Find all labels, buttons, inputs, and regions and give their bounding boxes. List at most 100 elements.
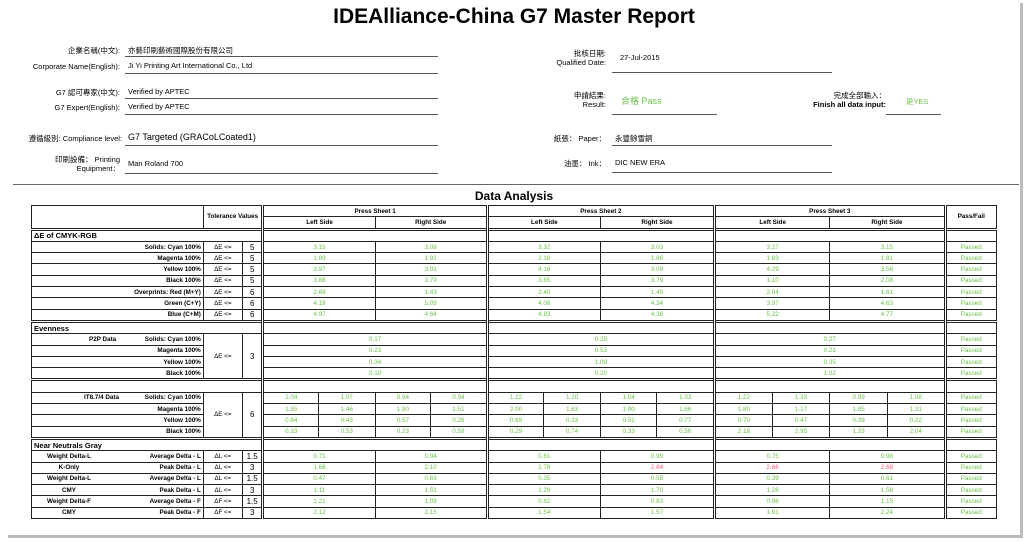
value-cell: 1.33 [829, 425, 888, 439]
pass-fail-header: Pass/Fail [943, 205, 997, 230]
it8-row: IT8.7/4 Data Solids: Cyan 100% ΔE <= 6 1.04 1… [31, 391, 997, 439]
p2p-row: Black 100% 0.10 0.20 1.02 Passed [31, 367, 997, 381]
value-cell: 0.71 [261, 450, 376, 463]
compliance-label: 遵循級別: Compliance level: [28, 134, 122, 143]
section-filler [485, 227, 716, 242]
header-blank [31, 205, 204, 230]
tolerance-symbol: ΔE <= [202, 333, 243, 381]
value-cell: 0.23 [261, 344, 488, 357]
value-cell: 4.64 [374, 308, 488, 322]
value-cell: 0.57 [374, 414, 432, 427]
ink-value: DIC NEW ERA [615, 158, 666, 167]
pass-fail-cell: Passed [943, 506, 997, 520]
value-cell: 0.99 [599, 450, 716, 463]
value-cell: 1.49 [599, 286, 716, 299]
expert-cn-label: G7 認可專家(中文): [55, 88, 120, 97]
sheet-header-1: Press Sheet 1 [261, 204, 488, 218]
value-cell: 4.83 [485, 308, 601, 322]
p2p-row: P2P Data Solids: Cyan 100% ΔE <= 3 0.17 0.25 0… [31, 333, 997, 381]
pass-fail-cell: Passed [943, 495, 997, 508]
finish-underline [886, 114, 941, 115]
value-cell: 1.31 [886, 403, 946, 416]
tolerance-header: Tolerance Values [202, 205, 264, 230]
section-filler [485, 436, 716, 452]
value-cell: 2.15 [374, 506, 488, 520]
value-cell: 0.98 [829, 450, 946, 463]
value-cell: 0.20 [485, 367, 716, 381]
row-label: Black 100% [31, 274, 204, 288]
row-label: Weight Delta-F Average Delta - F [31, 495, 204, 508]
value-cell: 4.06 [485, 297, 601, 310]
pass-fail-cell: Passed [943, 333, 997, 346]
company-en-label: Corporate Name(English): [32, 62, 120, 71]
spacer [261, 378, 488, 393]
value-cell: 0.25 [485, 333, 716, 346]
value-cell: 4.77 [829, 308, 946, 322]
result-underline [612, 114, 717, 115]
value-cell: 1.03 [656, 391, 716, 405]
left-side-header: Left Side [261, 216, 376, 230]
value-cell: 0.94 [430, 391, 488, 405]
value-cell: 1.90 [374, 403, 432, 416]
value-cell: 1.09 [374, 495, 488, 508]
spacer-row [30, 378, 997, 393]
value-cell: 3.79 [374, 274, 488, 288]
value-cell: 0.69 [485, 414, 545, 427]
company-en-value: Ji Yi Printing Art International Co., Lt… [128, 61, 253, 70]
value-cell: 0.34 [261, 355, 488, 369]
row-label-text: Average Delta - L [149, 452, 201, 460]
gray-group-label: Weight Delta-F [47, 498, 91, 506]
value-cell: 1.22 [713, 391, 773, 405]
tolerance-symbol: ΔL <= [202, 472, 243, 486]
value-cell: 2.04 [713, 286, 831, 299]
value-cell: 2.40 [485, 286, 601, 299]
value-cell: 0.53 [318, 425, 376, 439]
gray-row: Weight Delta-F Average Delta - F ΔF <= 1.5 1… [31, 495, 997, 508]
spacer [713, 378, 946, 393]
value-cell: 1.08 [886, 391, 946, 405]
pass-fail-cell: Passed [943, 414, 997, 427]
row-label: Green (C+Y) [31, 297, 204, 310]
value-cell: 4.34 [599, 297, 716, 310]
row-label: Magenta 100% [31, 252, 204, 265]
section-filler [485, 319, 716, 335]
value-cell: 0.23 [374, 425, 432, 439]
pass-fail-cell: Passed [943, 297, 997, 310]
tolerance-value: 3 [241, 506, 264, 520]
value-cell: 2.69 [261, 286, 376, 299]
value-cell: 0.82 [485, 495, 601, 508]
row-label-text: Black 100% [166, 369, 201, 377]
sheet-header-2: Press Sheet 2 [485, 204, 716, 218]
tolerance-value: 3 [241, 484, 264, 497]
tolerance-symbol: ΔL <= [202, 484, 243, 497]
row-label-text: Yellow 100% [163, 416, 201, 424]
gray-row: CMY Peak Delta - L ΔL <= 3 1.11 1.51 1.29 1.70 1… [31, 484, 997, 497]
row-label: Blue (C+M) [31, 308, 204, 322]
gray-group-label: Weight Delta-L [47, 452, 91, 460]
it8-row: Magenta 100% 1.85 1.46 1.90 1.51 2.00 1.63 1.90… [31, 403, 997, 416]
value-cell: 1.20 [543, 391, 601, 405]
row-label-text: Peak Delta - L [159, 486, 201, 494]
p2p-row: Yellow 100% 0.34 1.09 0.35 Passed [31, 355, 997, 369]
value-cell: 3.27 [713, 240, 831, 254]
pass-fail-cell: Passed [943, 263, 997, 276]
gray-row: Weight Delta-L Average Delta - L ΔL <= 1.5 0… [31, 472, 997, 486]
row-label: Weight Delta-L Average Delta - L [31, 450, 204, 463]
section-evenness: Evenness [30, 319, 997, 335]
table-header-row: Tolerance Values Press Sheet 1 Press Sheet… [31, 204, 997, 230]
row-label-text: Magenta 100% [157, 405, 201, 413]
value-cell: 4.29 [713, 263, 831, 276]
value-cell: 1.02 [713, 367, 946, 381]
row-label-text: Black 100% [166, 428, 201, 436]
section-filler [261, 319, 488, 335]
pass-fail-cell: Passed [943, 355, 997, 369]
tolerance-symbol: ΔL <= [202, 461, 243, 474]
value-cell: 1.86 [599, 252, 716, 265]
data-analysis-table: Tolerance Values Press Sheet 1 Press Sheet… [30, 204, 997, 520]
it8-row: Black 100% 0.33 0.53 0.23 0.59 0.29 0.74 0.33 0.… [31, 425, 997, 439]
cmyk-row: Magenta 100% ΔE <= 5 1.89 1.91 2.16 1.86 1.83 1.… [31, 252, 997, 265]
it8-data-label: IT8.7/4 Data [84, 394, 119, 402]
value-cell: 0.53 [485, 344, 716, 357]
equipment-value: Man Roland 700 [128, 159, 184, 168]
value-cell: 0.99 [829, 391, 888, 405]
